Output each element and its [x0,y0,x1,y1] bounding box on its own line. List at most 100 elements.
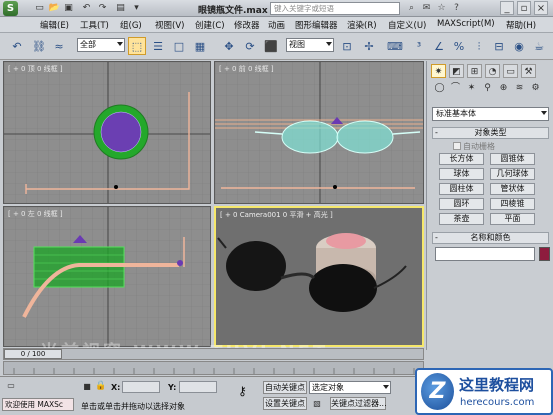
viewport-front-label[interactable]: [ + 0 前 0 线框 ] [219,64,274,74]
material-editor-icon[interactable]: ◉ [510,37,528,55]
menu-create[interactable]: 创建(C) [195,19,225,31]
pyramid-button[interactable]: 四棱锥 [490,198,535,210]
viewport-camera-label[interactable]: [ + 0 Camera001 0 平滑 + 高光 ] [220,210,333,220]
communication-center-icon[interactable]: ✉ [420,2,433,15]
app-menu-button[interactable]: S [3,1,18,16]
redo-icon[interactable]: ↷ [96,2,109,14]
lock-icon[interactable]: 🔒 [95,380,107,392]
menu-help[interactable]: 帮助(H) [506,19,536,31]
cameras-icon[interactable]: ⚲ [481,82,494,95]
selection-filter-dropdown[interactable]: 全部 [77,38,125,52]
key-mode-dropdown[interactable]: 选定对象 [309,381,391,394]
help-icon[interactable]: ? [450,2,463,15]
align-icon[interactable]: ⊟ [490,37,508,55]
new-file-icon[interactable]: ▭ [33,2,46,14]
utilities-tab-icon[interactable]: ⚒ [521,64,536,78]
mirror-icon[interactable]: ⫶ [470,37,488,55]
menu-views[interactable]: 视图(V) [155,19,184,31]
menu-modifiers[interactable]: 修改器 [234,19,260,31]
angle-snap-icon[interactable]: ∠ [430,37,448,55]
object-type-rollout[interactable]: - 对象类型 [432,127,549,139]
systems-icon[interactable]: ⚙ [529,82,542,95]
time-slider[interactable]: 0 / 100 [3,348,424,360]
tube-button[interactable]: 管状体 [490,183,535,195]
menu-animation[interactable]: 动画 [268,19,285,31]
project-folder-icon[interactable]: ▤ [114,2,127,14]
viewport-top[interactable]: [ + 0 顶 0 线框 ] [3,61,211,204]
cylinder-button[interactable]: 圆柱体 [439,183,484,195]
object-color-swatch[interactable] [539,247,550,261]
rectangular-selection-icon[interactable]: □ [170,37,188,55]
open-file-icon[interactable]: 📂 [48,2,61,14]
helpers-icon[interactable]: ⊕ [497,82,510,95]
key-filters-button[interactable]: 关键点过滤器... [330,397,387,410]
menu-graph-editors[interactable]: 图形编辑器 [295,19,338,31]
minimize-button[interactable]: _ [500,1,514,15]
select-object-icon[interactable]: ⬚ [128,37,146,55]
window-crossing-icon[interactable]: ▦ [191,37,209,55]
reference-coordinate-dropdown[interactable]: 视图 [286,38,334,52]
select-manipulate-icon[interactable]: ✢ [360,37,378,55]
create-tab-icon[interactable]: ✷ [431,64,446,78]
select-and-link-icon[interactable]: ⛓ [30,37,48,55]
menu-edit[interactable]: 编辑(E) [40,19,69,31]
viewport-left-label[interactable]: [ + 0 左 0 线框 ] [8,209,63,219]
search-icon[interactable]: ⌕ [405,2,418,15]
auto-key-button[interactable]: 自动关键点 [263,381,307,394]
select-and-rotate-icon[interactable]: ⟳ [241,37,259,55]
viewport-left[interactable]: [ + 0 左 0 线框 ] [3,206,211,347]
select-and-move-icon[interactable]: ✥ [220,37,238,55]
plane-button[interactable]: 平面 [490,213,535,225]
name-color-rollout[interactable]: - 名称和颜色 [432,232,549,244]
shapes-icon[interactable]: ⌒ [449,82,462,95]
lights-icon[interactable]: ✶ [465,82,478,95]
snaps-toggle-icon[interactable]: ³ [410,37,428,55]
cone-button[interactable]: 圆锥体 [490,153,535,165]
search-input[interactable]: 键入关键字或短语 [270,2,400,15]
default-in-out-tangent-icon[interactable]: ▧ [312,399,322,409]
menu-customize[interactable]: 自定义(U) [388,19,426,31]
motion-tab-icon[interactable]: ◔ [485,64,500,78]
torus-button[interactable]: 圆环 [439,198,484,210]
undo-toolbar-icon[interactable]: ↶ [8,37,26,55]
object-name-field[interactable] [435,247,535,261]
pivot-center-icon[interactable]: ⊡ [338,37,356,55]
viewport-top-label[interactable]: [ + 0 顶 0 线框 ] [8,64,63,74]
geosphere-button[interactable]: 几何球体 [490,168,535,180]
auto-grid-checkbox[interactable]: 自动栅格 [453,141,495,152]
menu-tools[interactable]: 工具(T) [80,19,109,31]
modify-tab-icon[interactable]: ◩ [449,64,464,78]
select-and-scale-icon[interactable]: ⬛ [262,37,280,55]
time-slider-thumb[interactable]: 0 / 100 [4,349,62,359]
viewport-camera[interactable]: [ + 0 Camera001 0 平滑 + 高光 ] [214,206,424,347]
quick-access-dropdown-icon[interactable]: ▾ [130,2,143,14]
set-key-button[interactable]: 设置关键点 [263,397,307,410]
keyboard-shortcut-override-icon[interactable]: ⌨ [386,37,404,55]
render-icon[interactable]: ☕ [530,37,548,55]
close-button[interactable]: × [534,1,548,15]
menu-rendering[interactable]: 渲染(R) [347,19,377,31]
set-key-icon[interactable]: ⚷ [238,384,247,398]
geometry-icon[interactable]: ◯ [433,82,446,95]
menu-group[interactable]: 组(G) [120,19,142,31]
space-warps-icon[interactable]: ≋ [513,82,526,95]
maxscript-mini-listener[interactable]: 欢迎使用 MAXSc [2,398,74,411]
teapot-button[interactable]: 茶壶 [439,213,484,225]
maxscript-listener-icon[interactable]: ▭ [6,381,16,391]
selection-lock-icon[interactable]: ■ [82,382,92,392]
undo-icon[interactable]: ↶ [80,2,93,14]
save-file-icon[interactable]: ▣ [62,2,75,14]
hierarchy-tab-icon[interactable]: ⊞ [467,64,482,78]
menu-maxscript[interactable]: MAXScript(M) [437,19,495,29]
viewport-front[interactable]: [ + 0 前 0 线框 ] [214,61,424,204]
track-bar[interactable] [3,361,424,375]
bind-space-warp-icon[interactable]: ≈ [50,37,68,55]
box-button[interactable]: 长方体 [439,153,484,165]
maximize-button[interactable]: ▫ [517,1,531,15]
x-coordinate-field[interactable] [122,381,160,393]
percent-snap-icon[interactable]: % [450,37,468,55]
y-coordinate-field[interactable] [179,381,217,393]
favorites-star-icon[interactable]: ☆ [435,2,448,15]
sphere-button[interactable]: 球体 [439,168,484,180]
primitive-category-dropdown[interactable]: 标准基本体 [432,107,549,121]
